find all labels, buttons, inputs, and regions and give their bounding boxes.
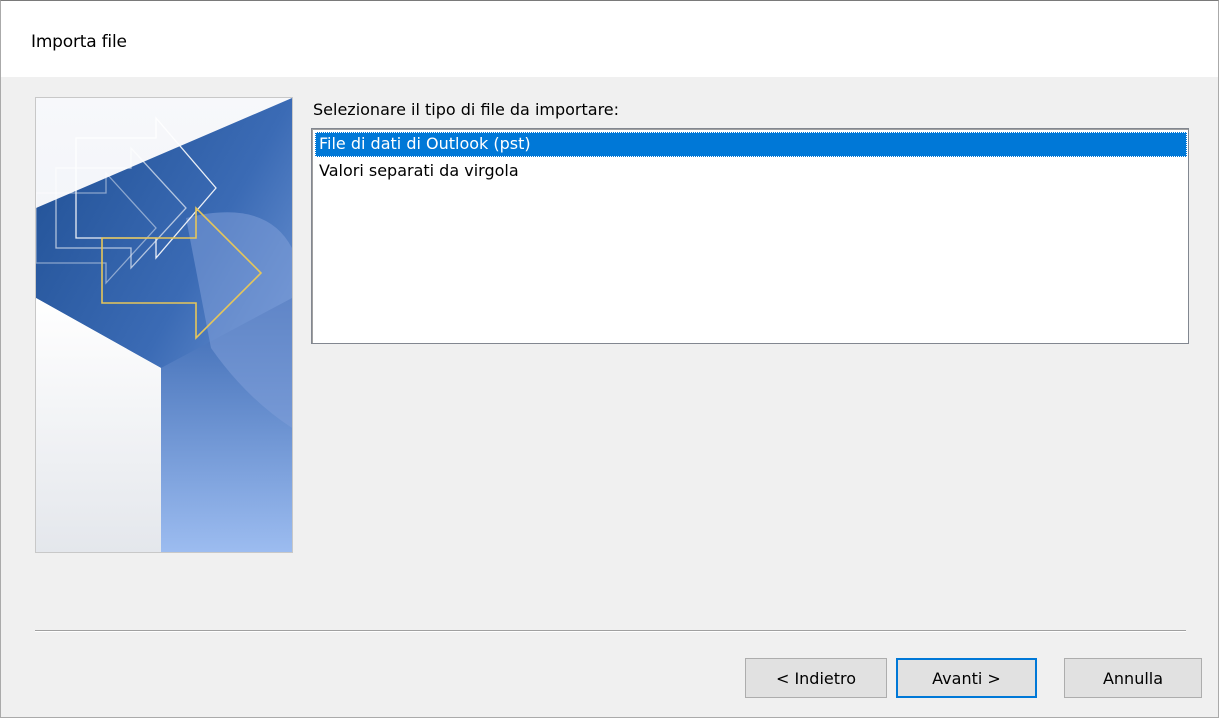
- dialog-header: Importa file: [1, 1, 1218, 77]
- file-type-prompt: Selezionare il tipo di file da importare…: [313, 100, 620, 119]
- next-button[interactable]: Avanti >: [896, 658, 1037, 698]
- cancel-button[interactable]: Annulla: [1064, 658, 1202, 698]
- import-file-dialog: Importa file Selezionare il tipo di file…: [0, 0, 1219, 718]
- dialog-title: Importa file: [31, 32, 127, 52]
- back-button[interactable]: < Indietro: [745, 658, 887, 698]
- footer-separator: [35, 630, 1186, 632]
- import-arrows-illustration-icon: [36, 98, 292, 552]
- file-type-listbox[interactable]: File di dati di Outlook (pst) Valori sep…: [311, 128, 1189, 344]
- list-item-outlook-pst[interactable]: File di dati di Outlook (pst): [315, 132, 1187, 157]
- list-item-csv[interactable]: Valori separati da virgola: [315, 159, 1187, 184]
- wizard-banner-image: [35, 97, 293, 553]
